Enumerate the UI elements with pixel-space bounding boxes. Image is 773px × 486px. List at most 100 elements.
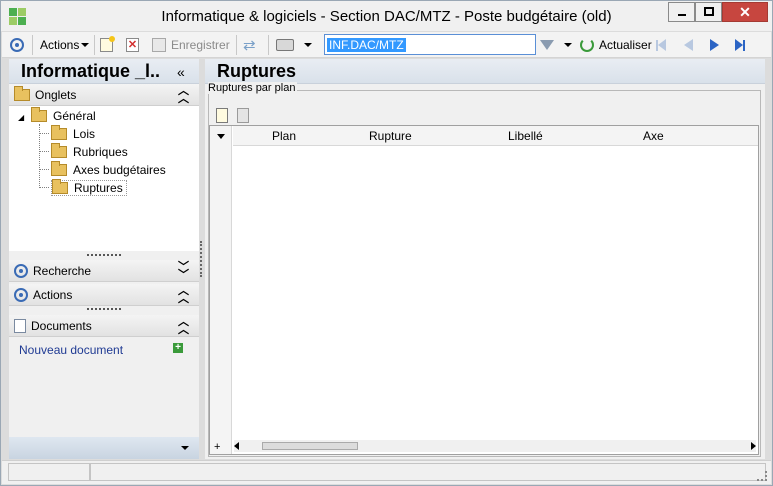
- left-panel-title: Informatique _l..: [21, 61, 161, 81]
- delete-icon: ✕: [126, 38, 139, 52]
- chevron-down-icon: [564, 43, 572, 47]
- status-cell: [90, 463, 766, 481]
- documents-section-header[interactable]: Documents ︿ ︿: [9, 315, 199, 337]
- first-record-button[interactable]: [656, 35, 666, 55]
- title-bar: Informatique & logiciels - Section DAC/M…: [1, 1, 772, 31]
- folder-open-icon: [52, 179, 68, 194]
- tree-item-label: Ruptures: [74, 181, 123, 195]
- panel-splitter[interactable]: [200, 241, 202, 277]
- printer-icon: [276, 39, 294, 51]
- new-record-button[interactable]: [100, 35, 115, 55]
- actions-menu-button[interactable]: Actions: [40, 35, 90, 55]
- tree-item-general[interactable]: Général: [31, 107, 96, 124]
- folder-icon: [51, 161, 67, 176]
- onglets-label: Onglets: [35, 87, 77, 102]
- left-panel: Informatique _l.. « Onglets ︿ ︿ ◢ Général…: [9, 59, 199, 459]
- main-panel-header: Ruptures: [205, 59, 765, 84]
- scroll-right-icon[interactable]: [751, 442, 756, 450]
- minimize-icon: [678, 14, 686, 16]
- chevron-down-icon[interactable]: [217, 134, 225, 139]
- filter-icon: [540, 40, 554, 50]
- last-icon: [735, 39, 743, 51]
- document-icon: [14, 318, 26, 333]
- tree-item-axes-budgetaires[interactable]: Axes budgétaires: [51, 161, 166, 178]
- chevron-up-icon[interactable]: ︿ ︿: [178, 317, 189, 336]
- minimize-button[interactable]: [668, 2, 695, 22]
- recherche-section-header[interactable]: Recherche ﹀ ﹀: [9, 260, 199, 282]
- sync-icon: ⇄: [243, 37, 256, 54]
- next-record-button[interactable]: [710, 35, 719, 55]
- group-label: Ruptures par plan: [208, 82, 298, 94]
- add-row-icon[interactable]: +: [214, 441, 220, 453]
- column-header-rupture[interactable]: Rupture: [369, 129, 412, 143]
- grid-toolbar: [213, 107, 759, 127]
- maximize-button[interactable]: [695, 2, 722, 22]
- close-button[interactable]: ✕: [722, 2, 768, 22]
- tree-line: [39, 133, 49, 134]
- save-button[interactable]: Enregistrer: [152, 35, 230, 55]
- sync-button[interactable]: ⇄: [243, 35, 256, 55]
- recherche-label: Recherche: [33, 263, 92, 278]
- chevron-up-icon[interactable]: ︿ ︿: [178, 86, 189, 105]
- new-row-icon[interactable]: [216, 108, 228, 123]
- tree-item-lois[interactable]: Lois: [51, 125, 95, 142]
- maximize-icon: [704, 7, 714, 16]
- app-window: Informatique & logiciels - Section DAC/M…: [0, 0, 773, 486]
- ruptures-grid: + Plan Rupture Libellé Axe: [209, 125, 759, 455]
- chevron-down-icon: [181, 446, 189, 450]
- horizontal-scrollbar[interactable]: [234, 440, 756, 452]
- filter-button[interactable]: [540, 35, 572, 55]
- add-icon[interactable]: +: [173, 343, 183, 353]
- previous-record-button[interactable]: [684, 35, 693, 55]
- toolbar-separator: [94, 35, 95, 55]
- last-record-button[interactable]: [735, 35, 745, 55]
- tree-line: [39, 187, 49, 188]
- home-button[interactable]: [10, 35, 24, 55]
- previous-icon: [684, 39, 693, 51]
- column-header-axe[interactable]: Axe: [643, 129, 664, 143]
- column-header-plan[interactable]: Plan: [272, 129, 296, 143]
- tree-item-rubriques[interactable]: Rubriques: [51, 143, 128, 160]
- scroll-left-icon[interactable]: [234, 442, 239, 450]
- new-document-link[interactable]: Nouveau document: [19, 343, 123, 357]
- folder-open-icon: [31, 107, 47, 122]
- tree-line: [39, 151, 49, 152]
- folder-icon: [51, 143, 67, 158]
- save-icon: [152, 38, 166, 52]
- chevron-down-icon: [81, 43, 90, 47]
- target-icon: [14, 263, 28, 278]
- tabs-tree: ◢ Général Lois Rubriques Axes budgétaire…: [9, 106, 199, 251]
- actions-section-header[interactable]: Actions ︿ ︿: [9, 284, 199, 306]
- main-toolbar: Actions ✕ Enregistrer ⇄ INF.DAC/MTZ Actu…: [2, 32, 771, 58]
- page-title: Ruptures: [217, 61, 297, 81]
- save-label: Enregistrer: [171, 38, 230, 52]
- tree-item-label: Général: [53, 109, 96, 123]
- documents-label: Documents: [31, 318, 92, 333]
- search-input[interactable]: INF.DAC/MTZ: [324, 34, 536, 55]
- chevron-up-icon[interactable]: ︿ ︿: [178, 286, 189, 305]
- toolbar-separator: [268, 35, 269, 55]
- resize-grip[interactable]: [87, 308, 121, 310]
- delete-button[interactable]: ✕: [126, 35, 139, 55]
- column-header-libelle[interactable]: Libellé: [508, 129, 543, 143]
- print-button[interactable]: [276, 35, 312, 55]
- grid-row-header: +: [210, 126, 232, 454]
- resize-grip-icon[interactable]: [757, 471, 767, 481]
- tree-item-ruptures[interactable]: Ruptures: [51, 179, 127, 196]
- tree-line: [39, 169, 49, 170]
- chevron-down-icon[interactable]: ﹀ ﹀: [178, 262, 189, 281]
- search-input-value: INF.DAC/MTZ: [327, 38, 406, 52]
- actions-menu-label: Actions: [40, 38, 80, 52]
- resize-grip[interactable]: [87, 254, 121, 256]
- left-panel-footer[interactable]: [9, 437, 199, 459]
- folder-icon: [51, 125, 67, 140]
- new-document-icon: [100, 36, 115, 52]
- refresh-button[interactable]: Actualiser: [580, 35, 652, 55]
- collapse-panel-icon[interactable]: «: [177, 64, 185, 80]
- onglets-section-header[interactable]: Onglets ︿ ︿: [9, 84, 199, 106]
- edit-row-icon[interactable]: [237, 108, 249, 123]
- folder-icon: [14, 85, 30, 101]
- tree-expand-icon[interactable]: ◢: [18, 113, 24, 122]
- scrollbar-thumb[interactable]: [262, 442, 358, 450]
- refresh-label: Actualiser: [599, 38, 652, 52]
